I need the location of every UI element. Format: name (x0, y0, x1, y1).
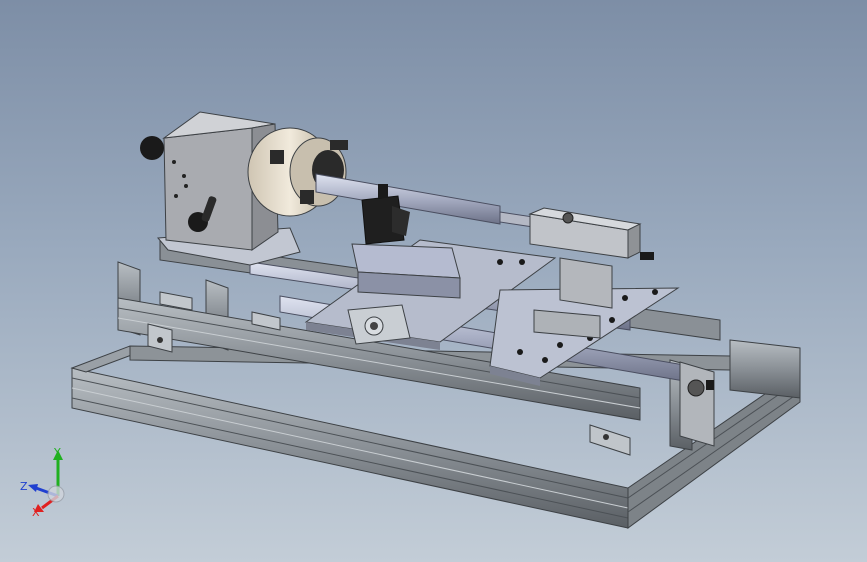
x-axis-label: X (32, 506, 40, 519)
z-axis-label: Z (20, 480, 28, 493)
triad-sphere (47, 485, 65, 503)
bearing-block (679, 361, 715, 447)
y-axis-label: Y (53, 446, 61, 459)
workpiece (315, 173, 541, 229)
chuck (247, 127, 354, 217)
cnc-lathe-model[interactable] (0, 0, 867, 562)
triad-axes (28, 450, 65, 512)
z-arrow (28, 484, 38, 492)
orientation-triad[interactable]: Y Z X (18, 444, 78, 520)
cad-viewport[interactable]: Y Z X (0, 0, 867, 562)
